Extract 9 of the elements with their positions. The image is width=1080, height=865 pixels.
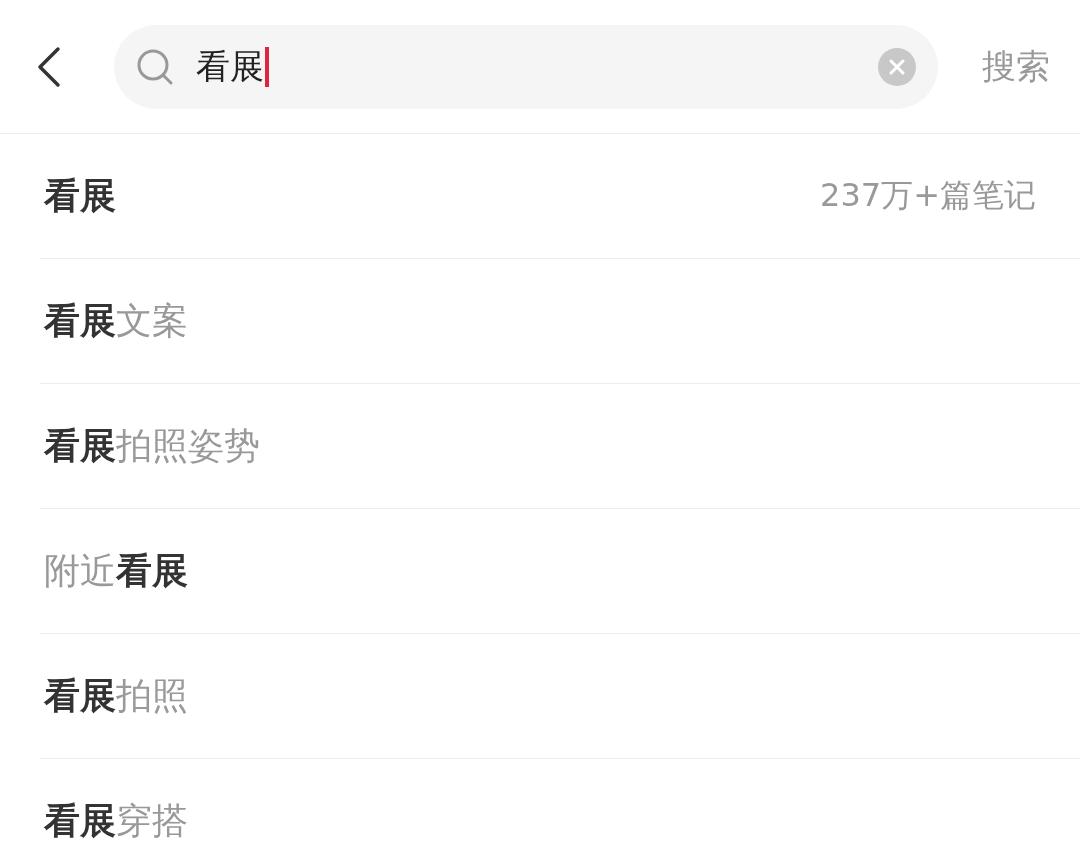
suggestion-item[interactable]: 看展拍照 bbox=[44, 671, 188, 721]
suggestion-item[interactable]: 看展文案 bbox=[44, 296, 188, 346]
suggestion-item[interactable]: 看展拍照姿势 bbox=[44, 421, 260, 471]
search-icon bbox=[136, 47, 174, 86]
note-count: 237万+篇笔记 bbox=[820, 175, 1036, 216]
search-field[interactable]: 看展 bbox=[114, 24, 938, 109]
suggestion-item[interactable]: 附近看展 bbox=[44, 546, 188, 596]
suggestion-item[interactable]: 看展穿搭 bbox=[44, 796, 188, 846]
suggestion-item[interactable]: 看展 bbox=[44, 171, 116, 221]
